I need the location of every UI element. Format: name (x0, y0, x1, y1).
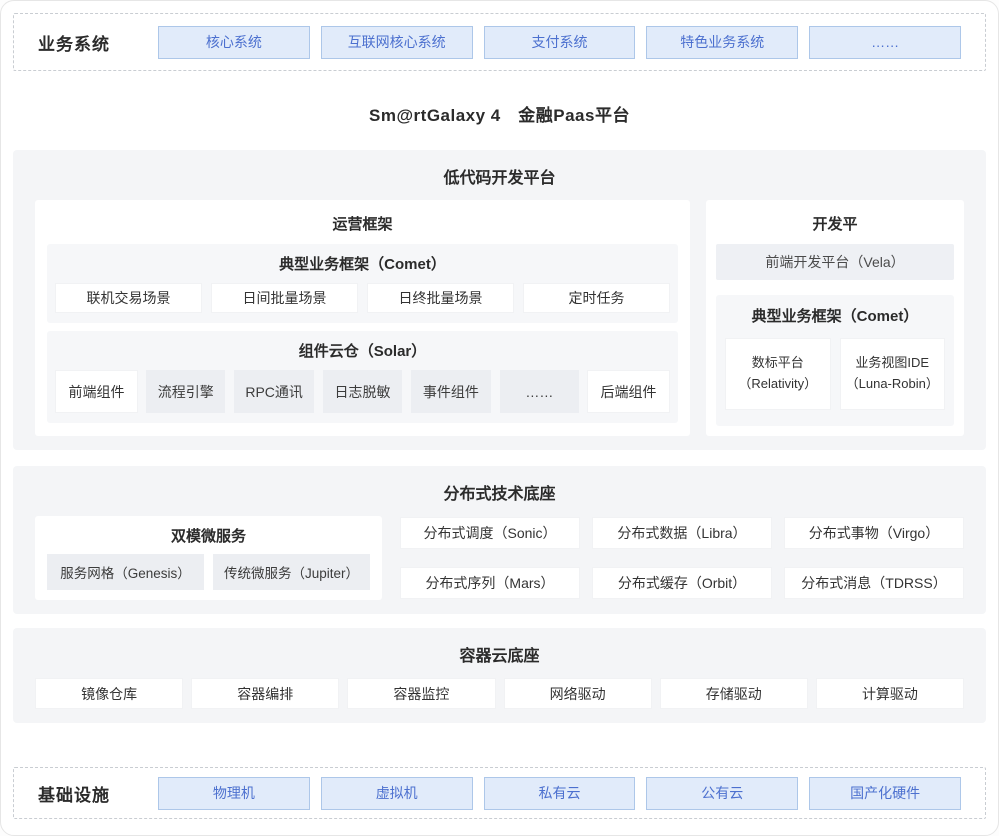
dev-platform-panel: 开发平 前端开发平台（Vela） 典型业务框架（Comet） 数标平台 （Rel… (706, 200, 964, 436)
business-system-chip[interactable]: 互联网核心系统 (321, 26, 473, 59)
container-capability-button[interactable]: 容器监控 (347, 678, 495, 709)
component-button[interactable]: …… (500, 370, 579, 413)
infrastructure-chip[interactable]: 公有云 (646, 777, 798, 810)
distributed-service-grid: 分布式调度（Sonic） 分布式数据（Libra） 分布式事物（Virgo） 分布式序… (400, 516, 964, 600)
distributed-service-button[interactable]: 分布式消息（TDRSS） (784, 567, 964, 599)
infrastructure-chip[interactable]: 国产化硬件 (809, 777, 961, 810)
microservice-button[interactable]: 传统微服务（Jupiter） (213, 554, 370, 590)
distributed-layer-title: 分布式技术底座 (35, 466, 964, 504)
distributed-service-button[interactable]: 分布式序列（Mars） (400, 567, 580, 599)
lowcode-layer: 低代码开发平台 运营框架 典型业务框架（Comet） 联机交易场景日间批量场景日… (13, 150, 986, 450)
page-title: Sm@rtGalaxy 4 金融Paas平台 (13, 101, 986, 126)
infrastructure-chip[interactable]: 私有云 (484, 777, 636, 810)
dual-microservice-panel: 双模微服务 服务网格（Genesis）传统微服务（Jupiter） (35, 516, 382, 600)
scenario-button[interactable]: 联机交易场景 (55, 283, 202, 313)
infrastructure-chip[interactable]: 虚拟机 (321, 777, 473, 810)
business-system-chip[interactable]: 支付系统 (484, 26, 636, 59)
comet-framework-panel: 典型业务框架（Comet） 联机交易场景日间批量场景日终批量场景定时任务 (47, 244, 678, 323)
dual-microservice-buttons: 服务网格（Genesis）传统微服务（Jupiter） (47, 554, 370, 590)
solar-warehouse-panel: 组件云仓（Solar） 前端组件 流程引擎RPC通讯日志脱敏事件组件…… 后端组… (47, 331, 678, 423)
distributed-layer: 分布式技术底座 双模微服务 服务网格（Genesis）传统微服务（Jupiter… (13, 466, 986, 614)
business-systems-label: 业务系统 (38, 30, 130, 55)
distributed-service-button[interactable]: 分布式事物（Virgo） (784, 517, 964, 549)
business-systems-row: 业务系统 核心系统互联网核心系统支付系统特色业务系统 …… (13, 13, 986, 71)
dev-comet-panel: 典型业务框架（Comet） 数标平台 （Relativity） 业务视图IDE … (716, 295, 954, 426)
dev-tool-button[interactable]: 数标平台 （Relativity） (725, 338, 831, 410)
business-system-chip[interactable]: …… (809, 26, 961, 59)
distributed-service-button[interactable]: 分布式缓存（Orbit） (592, 567, 772, 599)
backend-components-button[interactable]: 后端组件 (587, 370, 670, 413)
dual-microservice-title: 双模微服务 (47, 516, 370, 546)
operation-framework-title: 运营框架 (47, 200, 678, 234)
dev-comet-title: 典型业务框架（Comet） (725, 305, 945, 326)
component-button[interactable]: 事件组件 (411, 370, 490, 413)
distributed-service-button[interactable]: 分布式调度（Sonic） (400, 517, 580, 549)
component-button[interactable]: RPC通讯 (234, 370, 313, 413)
infrastructure-chips: 物理机虚拟机私有云公有云国产化硬件 (158, 777, 961, 810)
architecture-diagram: 业务系统 核心系统互联网核心系统支付系统特色业务系统 …… Sm@rtGalaxy… (0, 0, 999, 836)
operation-framework-panel: 运营框架 典型业务框架（Comet） 联机交易场景日间批量场景日终批量场景定时任… (35, 200, 690, 436)
dev-platform-title: 开发平 (716, 200, 954, 234)
solar-component-buttons: 流程引擎RPC通讯日志脱敏事件组件…… (146, 370, 579, 413)
container-capability-button[interactable]: 镜像仓库 (35, 678, 183, 709)
infrastructure-label: 基础设施 (38, 781, 130, 806)
container-cloud-buttons: 镜像仓库容器编排容器监控网络驱动存储驱动计算驱动 (35, 678, 964, 709)
scenario-button[interactable]: 日终批量场景 (367, 283, 514, 313)
microservice-button[interactable]: 服务网格（Genesis） (47, 554, 204, 590)
container-capability-button[interactable]: 存储驱动 (660, 678, 808, 709)
comet-framework-title: 典型业务框架（Comet） (55, 253, 670, 274)
distributed-service-button[interactable]: 分布式数据（Libra） (592, 517, 772, 549)
container-cloud-layer: 容器云底座 镜像仓库容器编排容器监控网络驱动存储驱动计算驱动 (13, 628, 986, 723)
comet-scenario-buttons: 联机交易场景日间批量场景日终批量场景定时任务 (55, 283, 670, 313)
infrastructure-chip[interactable]: 物理机 (158, 777, 310, 810)
solar-warehouse-title: 组件云仓（Solar） (55, 340, 670, 361)
business-system-chip[interactable]: 核心系统 (158, 26, 310, 59)
container-capability-button[interactable]: 计算驱动 (816, 678, 964, 709)
business-system-chip[interactable]: 特色业务系统 (646, 26, 798, 59)
scenario-button[interactable]: 日间批量场景 (211, 283, 358, 313)
vela-frontend-platform-button[interactable]: 前端开发平台（Vela） (716, 244, 954, 280)
component-button[interactable]: 日志脱敏 (323, 370, 402, 413)
infrastructure-row: 基础设施 物理机虚拟机私有云公有云国产化硬件 (13, 767, 986, 819)
scenario-button[interactable]: 定时任务 (523, 283, 670, 313)
frontend-components-button[interactable]: 前端组件 (55, 370, 138, 413)
container-capability-button[interactable]: 网络驱动 (504, 678, 652, 709)
container-cloud-title: 容器云底座 (35, 628, 964, 666)
component-button[interactable]: 流程引擎 (146, 370, 225, 413)
dev-tool-button[interactable]: 业务视图IDE （Luna-Robin） (840, 338, 946, 410)
lowcode-layer-title: 低代码开发平台 (35, 150, 964, 188)
business-systems-chips: 核心系统互联网核心系统支付系统特色业务系统 …… (158, 26, 961, 59)
dev-comet-buttons: 数标平台 （Relativity） 业务视图IDE （Luna-Robin） (725, 338, 945, 410)
container-capability-button[interactable]: 容器编排 (191, 678, 339, 709)
